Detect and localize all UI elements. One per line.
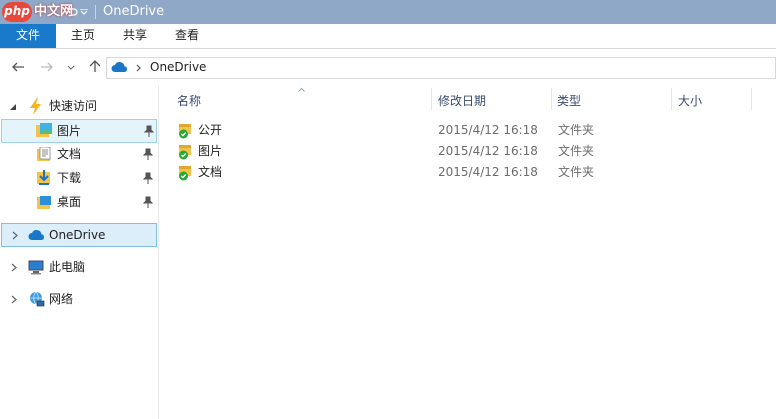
synced-folder-icon: [179, 124, 191, 139]
downloads-folder-icon: [37, 170, 50, 185]
column-divider[interactable]: [751, 88, 752, 110]
nav-onedrive[interactable]: OneDrive: [1, 223, 157, 247]
onedrive-cloud-icon: [28, 230, 45, 240]
breadcrumb-chevron-icon[interactable]: [136, 64, 141, 72]
nav-item-label: 下载: [57, 171, 82, 185]
column-header-size[interactable]: 大小: [672, 86, 750, 114]
synced-folder-icon: [179, 166, 191, 181]
nav-this-pc-label: 此电脑: [49, 260, 86, 274]
nav-item-label: 文档: [57, 147, 82, 161]
pictures-folder-icon: [36, 123, 52, 137]
recent-locations-chevron-icon[interactable]: [67, 65, 75, 70]
expanded-chevron-icon[interactable]: [9, 103, 17, 111]
nav-quick-access[interactable]: 快速访问: [0, 95, 158, 119]
file-type: 文件夹: [558, 144, 595, 158]
desktop-folder-icon: [37, 196, 51, 209]
title-bar: php 中文网 OneDrive: [0, 0, 776, 24]
column-header-modified[interactable]: 修改日期: [432, 86, 550, 114]
column-header-name[interactable]: 名称: [172, 86, 430, 114]
nav-quick-access-label: 快速访问: [49, 99, 98, 113]
computer-icon: [28, 260, 44, 275]
tab-home[interactable]: 主页: [60, 24, 106, 48]
tab-share[interactable]: 共享: [112, 24, 158, 48]
nav-network[interactable]: 网络: [0, 288, 158, 312]
network-globe-icon: [30, 291, 45, 307]
watermark-brand: php: [2, 2, 32, 22]
nav-item-pictures[interactable]: 图片: [1, 119, 157, 143]
lightning-icon: [30, 98, 41, 115]
file-modified: 2015/4/12 16:18: [438, 123, 538, 137]
pin-icon[interactable]: [143, 196, 153, 208]
nav-item-label: 图片: [57, 124, 82, 138]
column-header-size-label: 大小: [678, 94, 703, 108]
forward-arrow-icon[interactable]: [40, 62, 53, 72]
file-modified: 2015/4/12 16:18: [438, 165, 538, 179]
collapsed-chevron-icon[interactable]: [12, 231, 18, 240]
title-separator: [95, 5, 96, 19]
onedrive-cloud-icon: [111, 62, 128, 72]
nav-onedrive-label: OneDrive: [49, 228, 106, 242]
back-arrow-icon[interactable]: [12, 62, 25, 72]
nav-this-pc[interactable]: 此电脑: [0, 256, 158, 280]
pin-icon[interactable]: [143, 148, 153, 160]
up-arrow-icon[interactable]: [89, 60, 101, 73]
file-modified: 2015/4/12 16:18: [438, 144, 538, 158]
nav-item-documents[interactable]: 文档: [0, 143, 158, 167]
file-name: 公开: [198, 123, 223, 137]
synced-folder-icon: [179, 145, 191, 160]
file-name: 文档: [198, 165, 223, 179]
column-header-name-label: 名称: [177, 94, 202, 108]
navigation-bar: OneDrive: [0, 48, 776, 86]
file-type: 文件夹: [558, 165, 595, 179]
column-header-type-label: 类型: [557, 94, 582, 108]
table-row[interactable]: 图片 2015/4/12 16:18 文件夹: [172, 141, 732, 162]
nav-network-label: 网络: [49, 292, 74, 306]
customize-toolbar-icon[interactable]: [80, 9, 88, 15]
pin-icon[interactable]: [144, 125, 154, 137]
pin-icon[interactable]: [143, 172, 153, 184]
window-title: OneDrive: [103, 4, 165, 19]
file-name: 图片: [198, 144, 223, 158]
breadcrumb-onedrive[interactable]: OneDrive: [150, 60, 206, 75]
file-type: 文件夹: [558, 123, 595, 137]
collapsed-chevron-icon[interactable]: [11, 295, 17, 304]
column-header-modified-label: 修改日期: [438, 94, 487, 108]
nav-item-desktop[interactable]: 桌面: [0, 191, 158, 215]
address-box[interactable]: OneDrive: [106, 57, 776, 79]
collapsed-chevron-icon[interactable]: [11, 263, 17, 272]
table-row[interactable]: 公开 2015/4/12 16:18 文件夹: [172, 120, 732, 141]
tab-view[interactable]: 查看: [164, 24, 210, 48]
navigation-pane: 快速访问 图片 文档 下载 桌面 OneDrive 此电脑 网络: [0, 86, 159, 419]
table-row[interactable]: 文档 2015/4/12 16:18 文件夹: [172, 162, 732, 183]
nav-item-downloads[interactable]: 下载: [0, 167, 158, 191]
undo-icon[interactable]: [66, 5, 78, 17]
nav-item-label: 桌面: [57, 195, 82, 209]
ribbon: 文件 主页 共享 查看: [0, 24, 776, 49]
documents-folder-icon: [37, 147, 51, 161]
column-header-type[interactable]: 类型: [552, 86, 670, 114]
tab-file[interactable]: 文件: [0, 24, 56, 48]
